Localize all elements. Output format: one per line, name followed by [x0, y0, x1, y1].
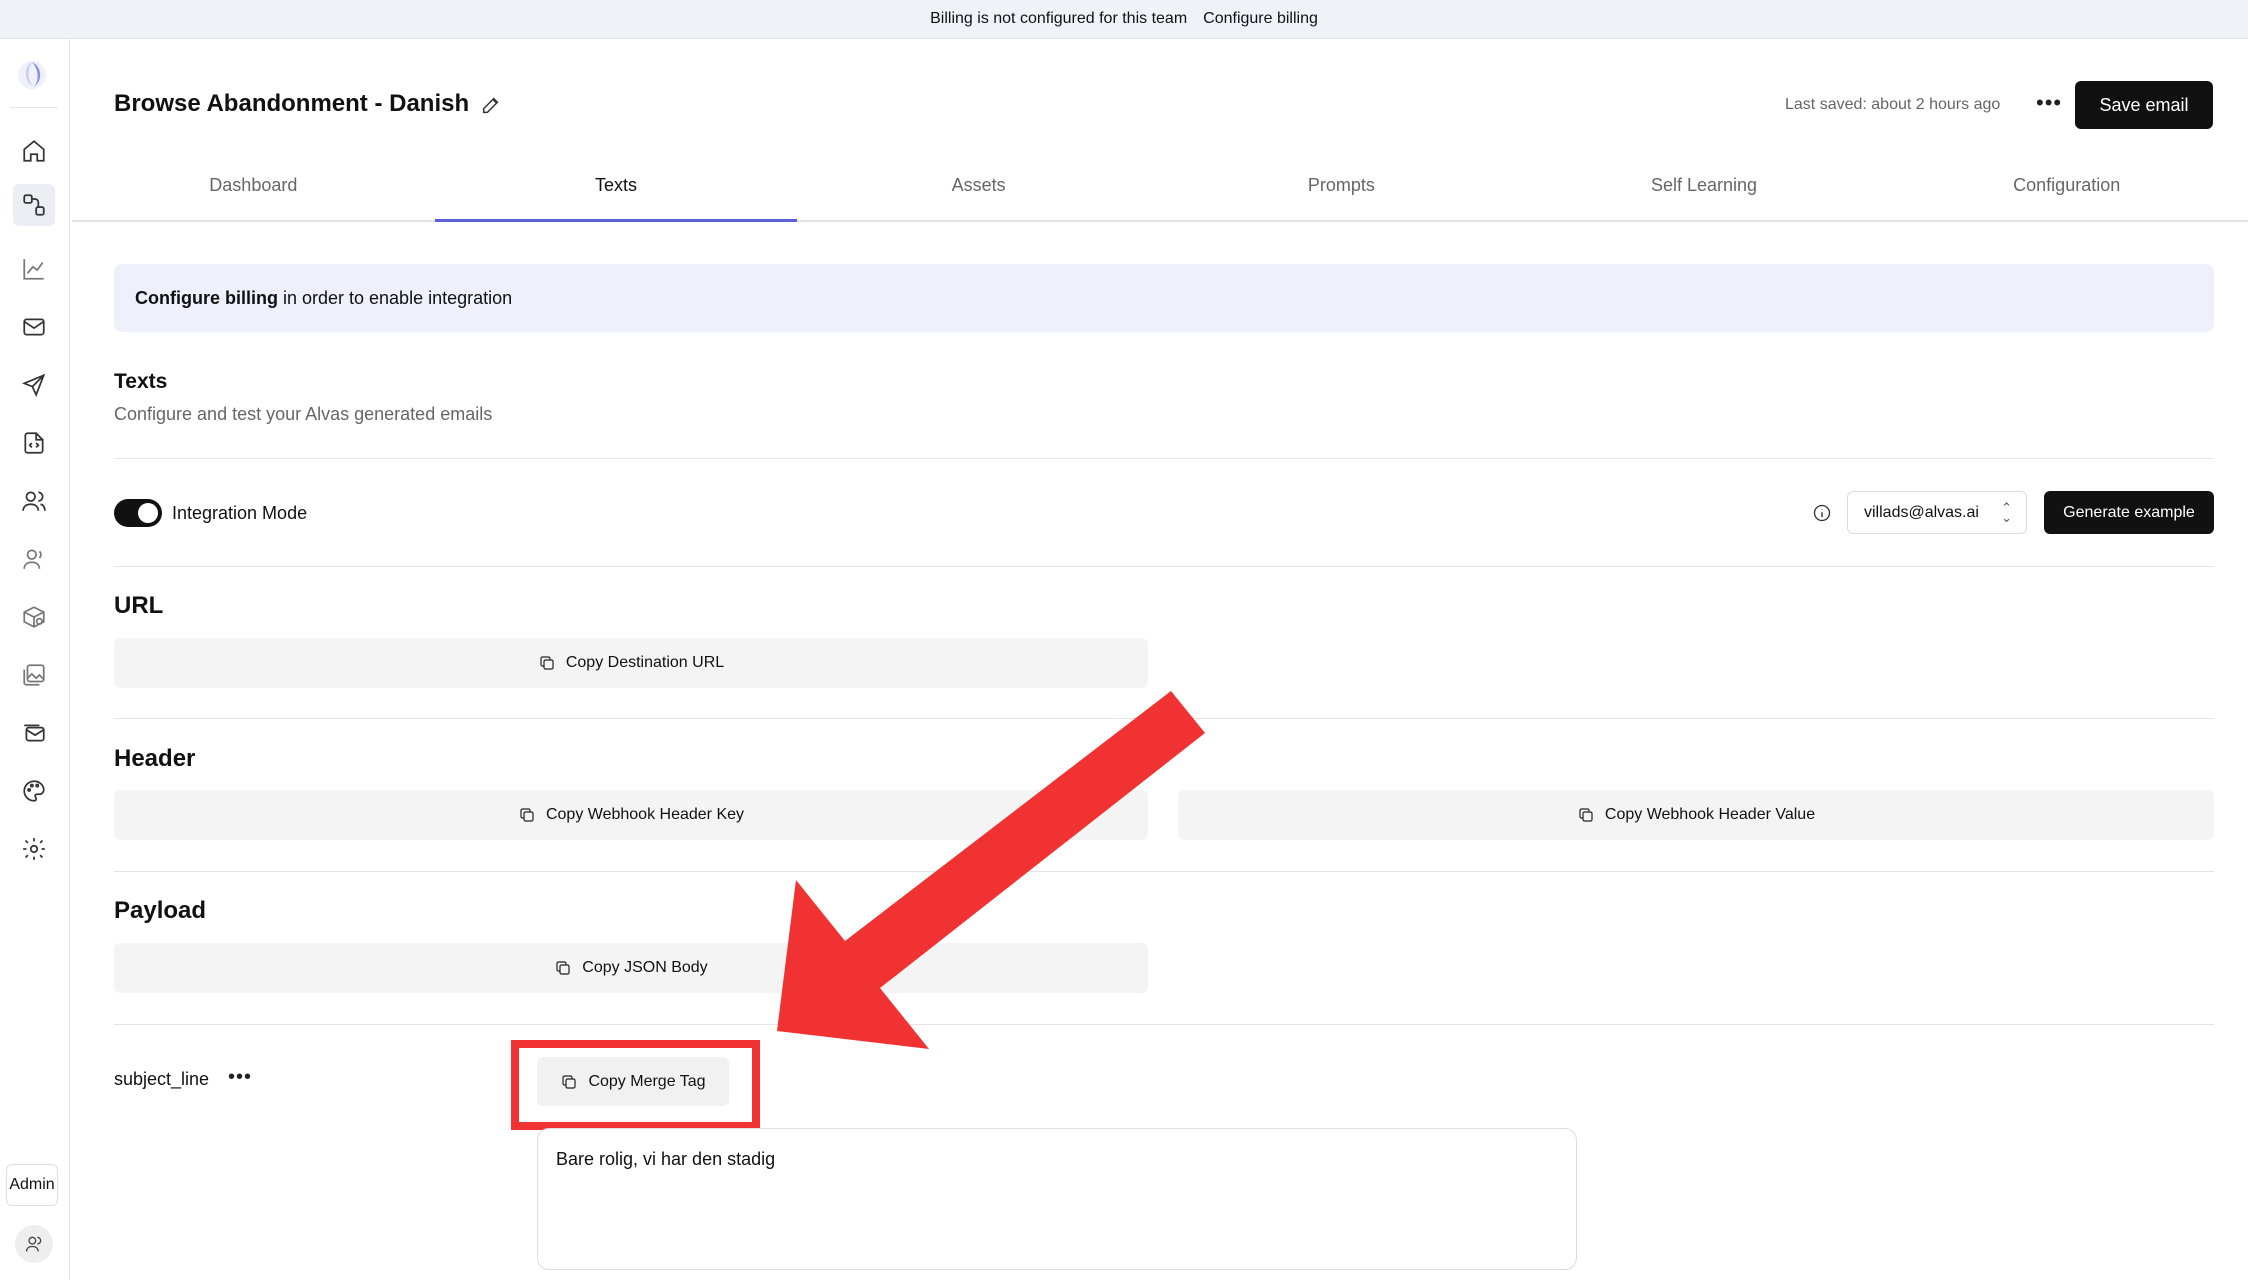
user-select-value: villads@alvas.ai — [1864, 503, 1979, 521]
billing-notice: Configure billing in order to enable int… — [114, 264, 2214, 332]
tab-texts[interactable]: Texts — [434, 160, 798, 222]
info-icon[interactable] — [1812, 503, 1832, 523]
copy-icon — [540, 656, 554, 670]
more-options-button[interactable]: ••• — [2036, 90, 2062, 116]
billing-banner: Billing is not configured for this team … — [0, 0, 2248, 39]
code-file-icon[interactable] — [17, 426, 51, 460]
copy-icon — [562, 1074, 577, 1089]
home-icon[interactable] — [17, 134, 51, 168]
notice-text: in order to enable integration — [282, 287, 513, 308]
field-more-options-button[interactable]: ••• — [228, 1066, 252, 1089]
copy-icon — [1579, 808, 1593, 822]
copy-merge-tag-label: Copy Merge Tag — [588, 1072, 706, 1090]
palette-icon[interactable] — [17, 774, 51, 808]
user-icon[interactable] — [17, 542, 51, 576]
field-name: subject_line — [114, 1069, 210, 1089]
copy-json-body-button[interactable]: Copy JSON Body — [114, 943, 1148, 993]
copy-merge-tag-button[interactable]: Copy Merge Tag — [537, 1057, 729, 1106]
copy-json-body-label: Copy JSON Body — [582, 959, 708, 976]
chevron-up-down-icon: ⌃ ⌄ — [2001, 500, 2012, 525]
copy-destination-url-button[interactable]: Copy Destination URL — [114, 638, 1148, 688]
integration-mode-toggle[interactable] — [114, 499, 162, 527]
save-email-button[interactable]: Save email — [2075, 81, 2213, 129]
images-icon[interactable] — [17, 658, 51, 692]
divider — [114, 1024, 2214, 1025]
section-title: Texts — [114, 370, 168, 393]
copy-destination-url-label: Copy Destination URL — [565, 654, 725, 671]
mail-stack-icon[interactable] — [17, 716, 51, 750]
tab-self-learning[interactable]: Self Learning — [1523, 160, 1886, 220]
last-saved-status: Last saved: about 2 hours ago — [1785, 96, 2001, 113]
sidebar: Admin — [0, 39, 70, 1280]
banner-message: Billing is not configured for this team — [930, 10, 1188, 27]
copy-webhook-header-value-label: Copy Webhook Header Value — [1604, 806, 1816, 823]
configure-billing-link[interactable]: Configure billing — [1203, 10, 1318, 28]
mail-icon[interactable] — [17, 310, 51, 344]
copy-webhook-header-value-button[interactable]: Copy Webhook Header Value — [1178, 790, 2214, 840]
box-search-icon[interactable] — [17, 600, 51, 634]
user-select[interactable]: villads@alvas.ai ⌃ ⌄ — [1847, 491, 2027, 534]
chart-icon[interactable] — [17, 252, 51, 286]
tab-prompts[interactable]: Prompts — [1160, 160, 1523, 220]
admin-button[interactable]: Admin — [6, 1164, 58, 1206]
edit-title-icon[interactable] — [480, 94, 502, 116]
sidebar-divider — [10, 107, 58, 108]
tab-configuration[interactable]: Configuration — [1885, 160, 2248, 220]
divider — [114, 871, 2214, 872]
app-logo[interactable] — [14, 57, 50, 93]
tab-dashboard[interactable]: Dashboard — [72, 160, 435, 220]
generate-example-button[interactable]: Generate example — [2044, 491, 2214, 534]
user-avatar-icon — [25, 1236, 42, 1252]
gear-icon[interactable] — [17, 832, 51, 866]
flows-icon[interactable] — [13, 184, 55, 226]
tab-assets[interactable]: Assets — [797, 160, 1160, 220]
payload-section-title: Payload — [114, 897, 207, 924]
page-title: Browse Abandonment - Danish — [114, 90, 470, 117]
header-section-title: Header — [114, 745, 196, 772]
divider — [114, 718, 2214, 719]
divider — [114, 458, 2214, 459]
copy-icon — [520, 808, 534, 822]
copy-webhook-header-key-label: Copy Webhook Header Key — [545, 806, 745, 823]
integration-mode-label: Integration Mode — [172, 503, 308, 523]
users-icon[interactable] — [17, 484, 51, 518]
tab-bar: Dashboard Texts Assets Prompts Self Lear… — [72, 160, 2248, 222]
notice-bold-text[interactable]: Configure billing — [135, 288, 278, 309]
copy-webhook-header-key-button[interactable]: Copy Webhook Header Key — [114, 790, 1148, 840]
avatar[interactable] — [15, 1225, 53, 1263]
section-description: Configure and test your Alvas generated … — [114, 404, 493, 424]
url-section-title: URL — [114, 592, 164, 619]
divider — [114, 566, 2214, 567]
send-icon[interactable] — [17, 368, 51, 402]
copy-icon — [556, 961, 570, 975]
subject-line-textarea[interactable]: Bare rolig, vi har den stadig — [537, 1128, 1577, 1270]
